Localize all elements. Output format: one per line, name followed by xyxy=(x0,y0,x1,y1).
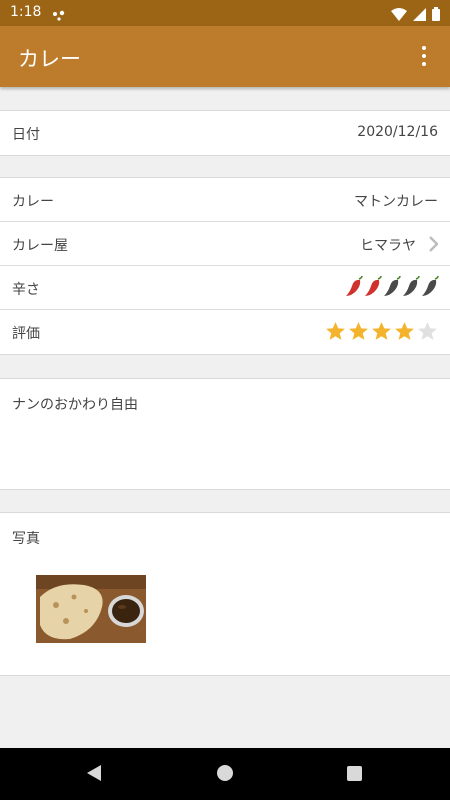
date-value: 2020/12/16 xyxy=(357,124,438,140)
photo-label: 写真 xyxy=(12,531,40,547)
status-bar: 1:18 xyxy=(0,0,450,26)
star-icon[interactable] xyxy=(348,321,369,345)
chevron-right-icon xyxy=(428,236,439,256)
rating-label: 評価 xyxy=(12,326,40,342)
app-bar: カレー xyxy=(0,26,450,87)
wifi-icon xyxy=(391,6,407,25)
star-icon[interactable] xyxy=(371,321,392,345)
overflow-menu-button[interactable] xyxy=(408,40,440,72)
chili-pepper-icon[interactable] xyxy=(364,275,383,302)
status-time: 1:18 xyxy=(10,4,42,20)
page-title: カレー xyxy=(18,47,81,71)
battery-icon xyxy=(432,6,440,25)
memo-text: ナンのおかわり自由 xyxy=(12,397,138,413)
date-section: 日付 2020/12/16 xyxy=(0,110,450,156)
shop-value: ヒマラヤ xyxy=(360,238,416,254)
system-nav-bar xyxy=(0,748,450,800)
spiciness-row[interactable]: 辛さ xyxy=(0,266,450,310)
signal-icon xyxy=(413,6,426,25)
chili-pepper-icon[interactable] xyxy=(383,275,402,302)
date-row[interactable]: 日付 2020/12/16 xyxy=(0,111,450,155)
details-section: カレー マトンカレー カレー屋 ヒマラヤ 辛さ 評価 xyxy=(0,177,450,355)
nav-back-icon[interactable] xyxy=(86,764,102,786)
curry-value: マトンカレー xyxy=(354,194,438,210)
assistant-dots-icon xyxy=(52,7,66,26)
nav-recents-icon[interactable] xyxy=(347,766,362,781)
star-icon[interactable] xyxy=(325,321,346,345)
star-icon[interactable] xyxy=(394,321,415,345)
nav-home-icon[interactable] xyxy=(217,765,233,781)
curry-label: カレー xyxy=(12,194,54,210)
shop-row[interactable]: カレー屋 ヒマラヤ xyxy=(0,222,450,266)
chili-pepper-icon[interactable] xyxy=(345,275,364,302)
date-label: 日付 xyxy=(12,127,40,143)
spiciness-rating[interactable] xyxy=(345,275,440,302)
chili-pepper-icon[interactable] xyxy=(421,275,440,302)
chili-pepper-icon[interactable] xyxy=(402,275,421,302)
spiciness-label: 辛さ xyxy=(12,282,40,298)
memo-section[interactable]: ナンのおかわり自由 xyxy=(0,378,450,490)
rating-row[interactable]: 評価 xyxy=(0,310,450,354)
star-icon[interactable] xyxy=(417,321,438,345)
curry-photo[interactable] xyxy=(36,575,146,643)
shop-label: カレー屋 xyxy=(12,238,68,254)
photo-section: 写真 xyxy=(0,512,450,676)
curry-row[interactable]: カレー マトンカレー xyxy=(0,178,450,222)
star-rating[interactable] xyxy=(325,321,438,345)
